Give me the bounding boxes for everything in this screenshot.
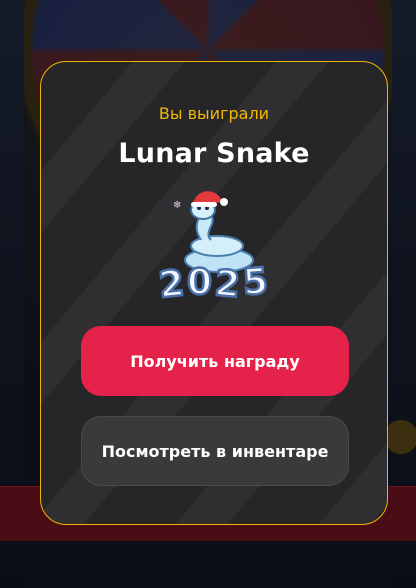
svg-text:2: 2: [213, 263, 242, 306]
win-modal: Вы выиграли Lunar Snake ❄ 2 0 2 5 Получи…: [40, 61, 388, 525]
snake-2025-sticker-icon: ❄ 2 0 2 5: [156, 191, 271, 306]
svg-text:2: 2: [157, 263, 186, 306]
background-coin: [384, 420, 416, 454]
prize-name: Lunar Snake: [118, 138, 310, 169]
view-in-inventory-button[interactable]: Посмотреть в инвентаре: [81, 416, 349, 486]
svg-text:❄: ❄: [173, 200, 181, 211]
svg-text:0: 0: [187, 262, 212, 303]
win-subtitle: Вы выиграли: [158, 104, 270, 123]
claim-reward-button[interactable]: Получить награду: [81, 326, 349, 396]
svg-text:5: 5: [242, 261, 270, 304]
